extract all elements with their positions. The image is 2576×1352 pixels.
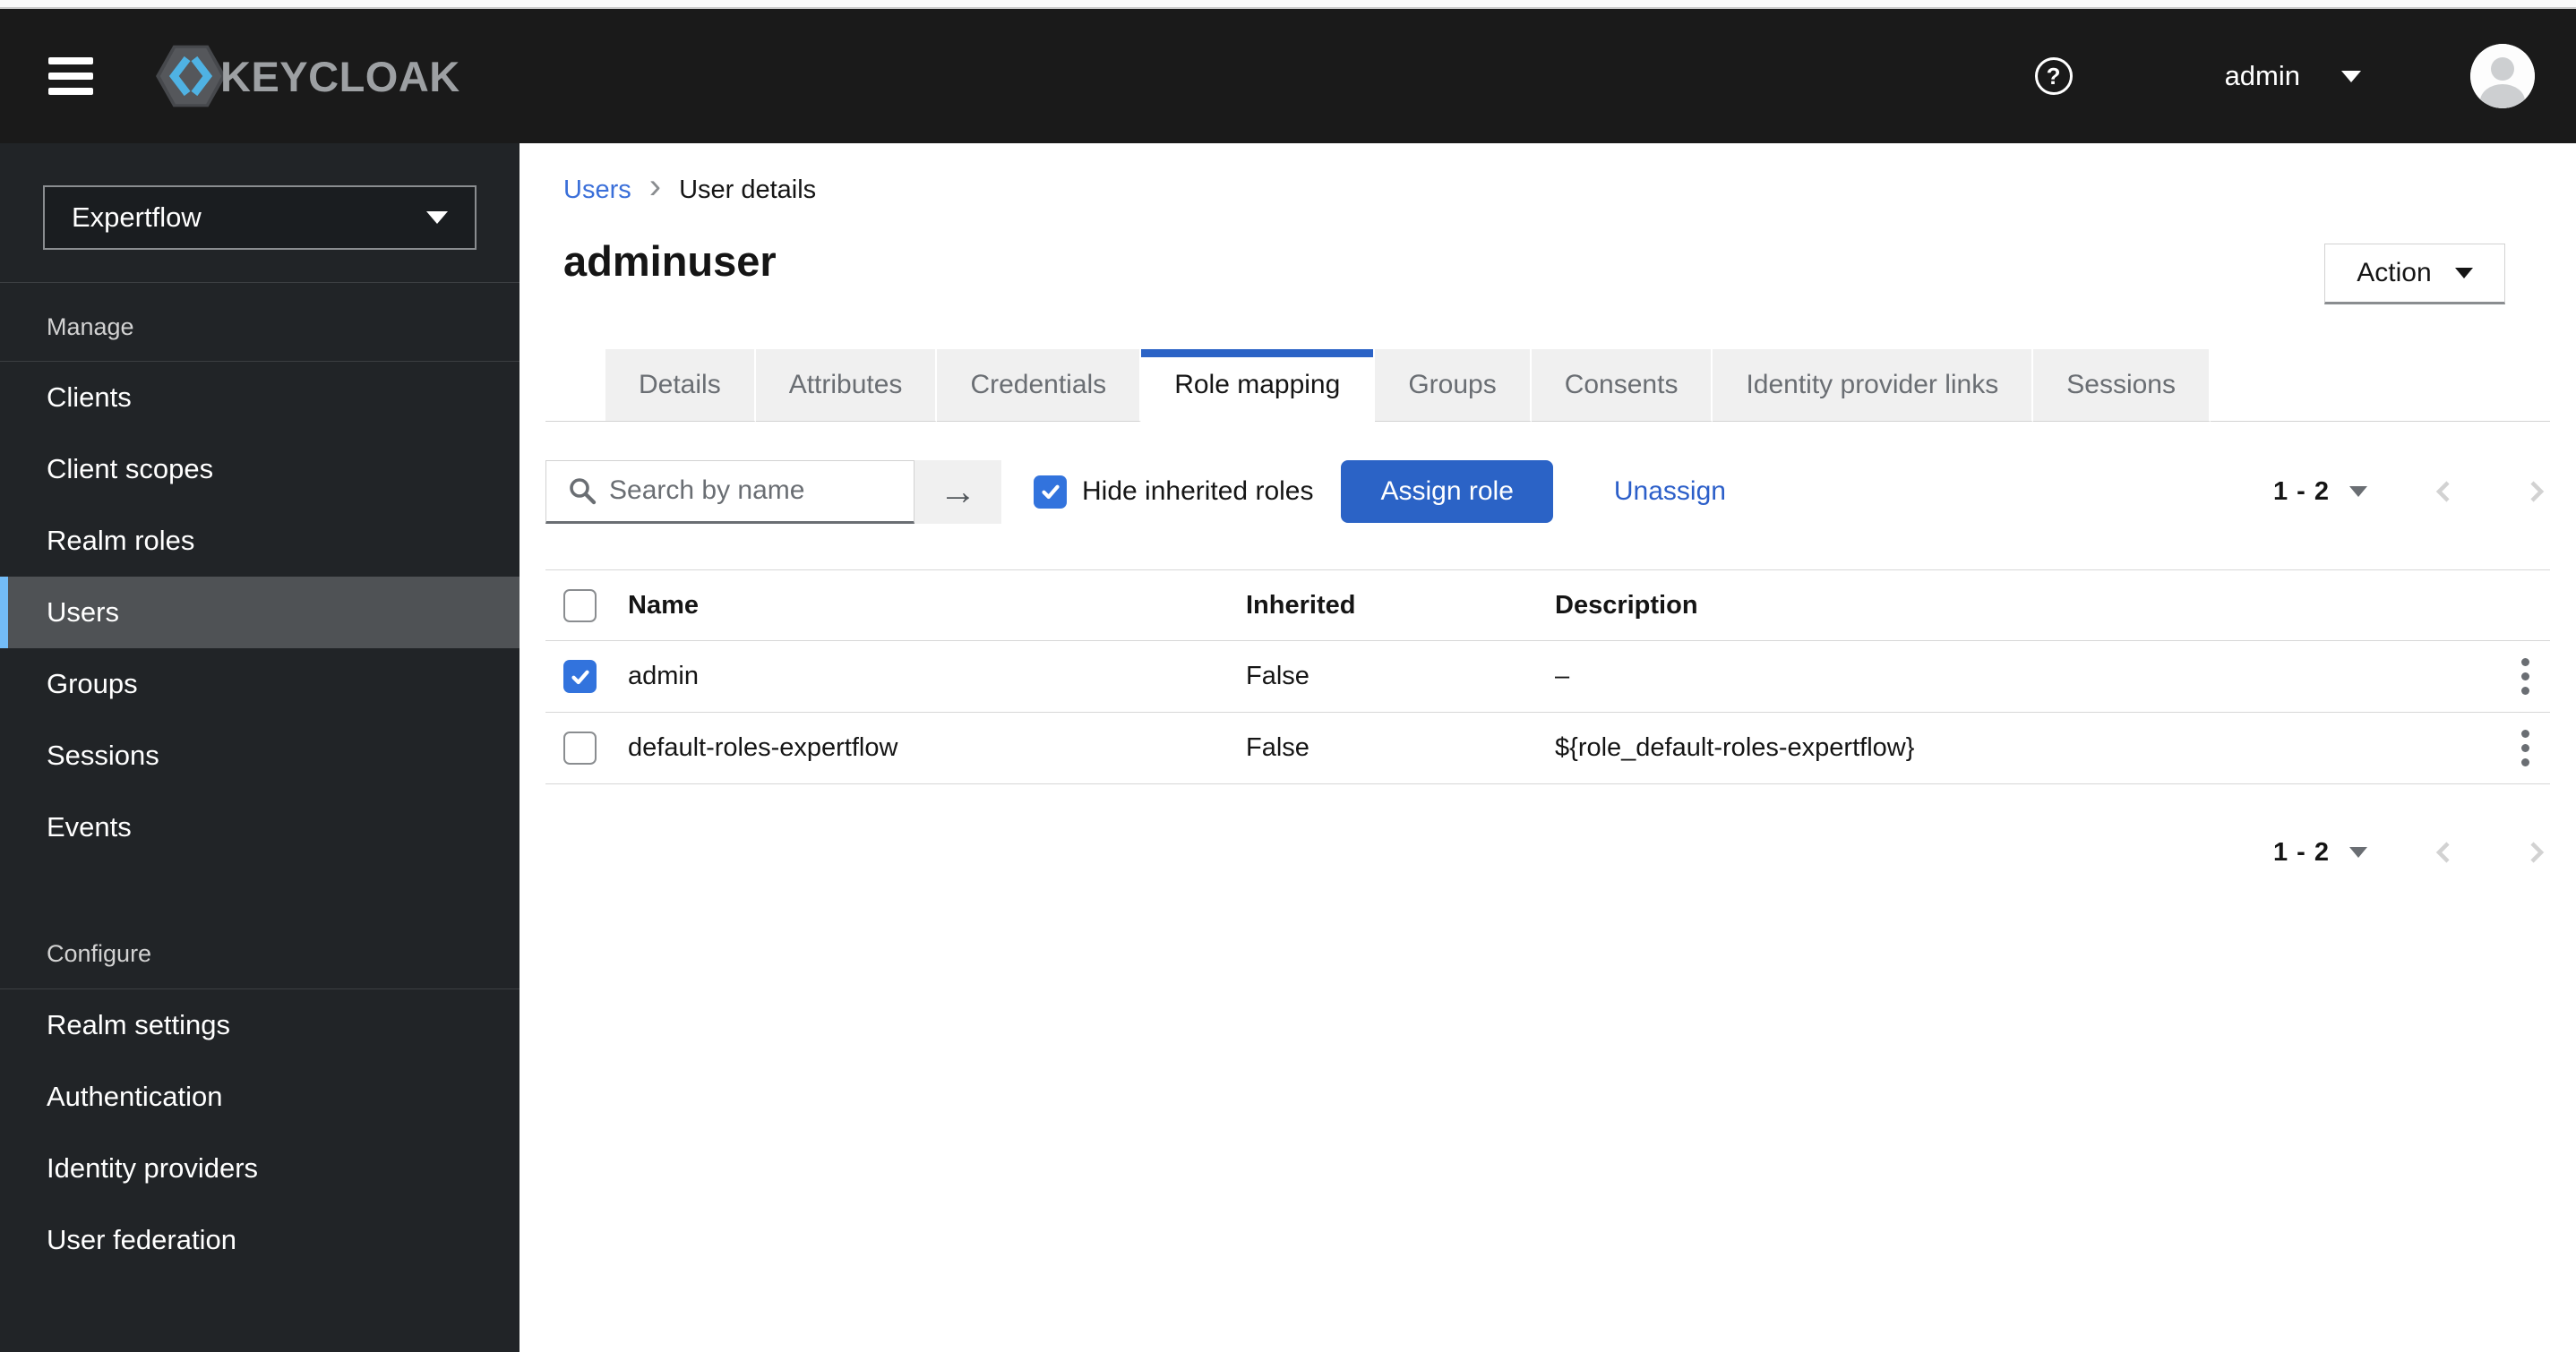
pagination-top: 1 - 2 [2273,477,2550,507]
pagination-next-button[interactable] [2521,838,2550,867]
tab-role-mapping[interactable]: Role mapping [1141,349,1376,422]
main-content: Users › User details adminuser Action De… [519,143,2576,1352]
role-name: admin [628,662,699,690]
arrow-right-icon: → [939,470,977,512]
user-menu-caret-icon[interactable] [2341,70,2361,82]
help-icon[interactable]: ? [2034,57,2073,95]
masthead-right: ? admin [2034,44,2535,108]
pagination-next-button[interactable] [2521,477,2550,506]
tab-details[interactable]: Details [605,349,756,422]
brand-wordmark: KEYCLOAK [220,52,460,100]
tab-credentials[interactable]: Credentials [937,349,1142,422]
sidebar-item-users[interactable]: Users [0,577,519,648]
pagination-caret-icon[interactable] [2349,847,2367,858]
row-kebab-menu[interactable] [2500,723,2550,774]
sidebar-item-events[interactable]: Events [0,792,519,863]
column-header-inherited: Inherited [1246,590,1356,620]
search-input[interactable] [609,475,914,506]
tabs: Details Attributes Credentials Role mapp… [545,349,2550,422]
role-description: ${role_default-roles-expertflow} [1555,733,1915,762]
hamburger-menu-icon[interactable] [48,57,93,95]
tab-consents[interactable]: Consents [1531,349,1713,422]
sidebar-item-groups[interactable]: Groups [0,648,519,720]
username[interactable]: admin [2225,60,2300,92]
table-row: default-roles-expertflow False ${role_de… [545,713,2550,784]
pagination-prev-button[interactable] [2430,477,2459,506]
breadcrumb-chevron-icon: › [648,167,662,206]
row-checkbox[interactable] [563,660,597,693]
sidebar-item-client-scopes[interactable]: Client scopes [0,433,519,505]
sidebar-item-realm-settings[interactable]: Realm settings [0,989,519,1061]
avatar[interactable] [2470,44,2535,108]
toolbar: → Hide inherited roles Assign role Unass… [545,458,2550,525]
search-group: → [545,459,1001,524]
pagination-range: 1 - 2 [2272,837,2330,867]
chevron-down-icon [2454,268,2473,278]
sidebar-item-user-federation[interactable]: User federation [0,1204,519,1276]
page-title: adminuser [563,237,777,285]
chevron-left-icon [2435,481,2450,502]
keycloak-hexagon-icon [156,45,226,107]
select-all-checkbox[interactable] [563,588,597,622]
chevron-right-icon [2530,481,2545,502]
column-header-name: Name [628,590,699,620]
browser-top-strip [0,0,2576,9]
tab-identity-provider-links[interactable]: Identity provider links [1713,349,2034,422]
nav-configure: Realm settings Authentication Identity p… [0,989,519,1276]
nav-section-manage: Manage [47,313,134,340]
sidebar-item-clients[interactable]: Clients [0,362,519,433]
sidebar-item-identity-providers[interactable]: Identity providers [0,1133,519,1204]
realm-selector-value: Expertflow [72,201,202,233]
check-icon [1041,484,1060,500]
row-kebab-menu[interactable] [2500,651,2550,702]
role-inherited: False [1246,733,1309,762]
sidebar-divider [0,282,519,283]
breadcrumb: Users › User details [563,167,817,206]
chevron-right-icon [2530,842,2545,863]
chevron-left-icon [2435,842,2450,863]
search-submit-button[interactable]: → [914,459,1001,524]
masthead: KEYCLOAK ? admin [0,9,2576,143]
action-label: Action [2357,258,2432,287]
hide-inherited-checkbox[interactable] [1034,475,1067,509]
role-description: – [1555,662,1570,690]
role-name: default-roles-expertflow [628,733,898,762]
role-inherited: False [1246,662,1309,690]
check-icon [571,670,589,684]
nav-manage: Clients Client scopes Realm roles Users … [0,362,519,863]
sidebar-item-sessions[interactable]: Sessions [0,720,519,792]
realm-selector[interactable]: Expertflow [43,185,477,250]
avatar-person-icon [2470,44,2535,108]
table-header-row: Name Inherited Description [545,569,2550,641]
tab-groups[interactable]: Groups [1375,349,1532,422]
chevron-down-icon [426,211,448,224]
search-icon [570,478,597,505]
nav-section-configure: Configure [47,940,152,967]
sidebar: Expertflow Manage Clients Client scopes … [0,143,519,1352]
sidebar-item-realm-roles[interactable]: Realm roles [0,505,519,577]
pagination-bottom: 1 - 2 [2273,820,2550,885]
pagination-prev-button[interactable] [2430,838,2459,867]
unassign-link[interactable]: Unassign [1614,476,1726,507]
role-mapping-table: Name Inherited Description admin False – [545,569,2550,784]
pagination-caret-icon[interactable] [2349,486,2367,497]
table-row: admin False – [545,641,2550,713]
row-checkbox[interactable] [563,732,597,765]
tab-sessions[interactable]: Sessions [2033,349,2211,422]
pagination-range: 1 - 2 [2272,476,2330,506]
breadcrumb-current: User details [679,175,817,204]
sidebar-item-authentication[interactable]: Authentication [0,1061,519,1133]
assign-role-button[interactable]: Assign role [1341,460,1553,523]
action-dropdown-button[interactable]: Action [2324,244,2505,304]
tab-attributes[interactable]: Attributes [755,349,938,422]
keycloak-logo: KEYCLOAK [156,38,460,115]
hide-inherited-label[interactable]: Hide inherited roles [1082,476,1313,507]
breadcrumb-users-link[interactable]: Users [563,175,631,205]
search-field[interactable] [545,459,914,524]
column-header-description: Description [1555,590,1698,620]
